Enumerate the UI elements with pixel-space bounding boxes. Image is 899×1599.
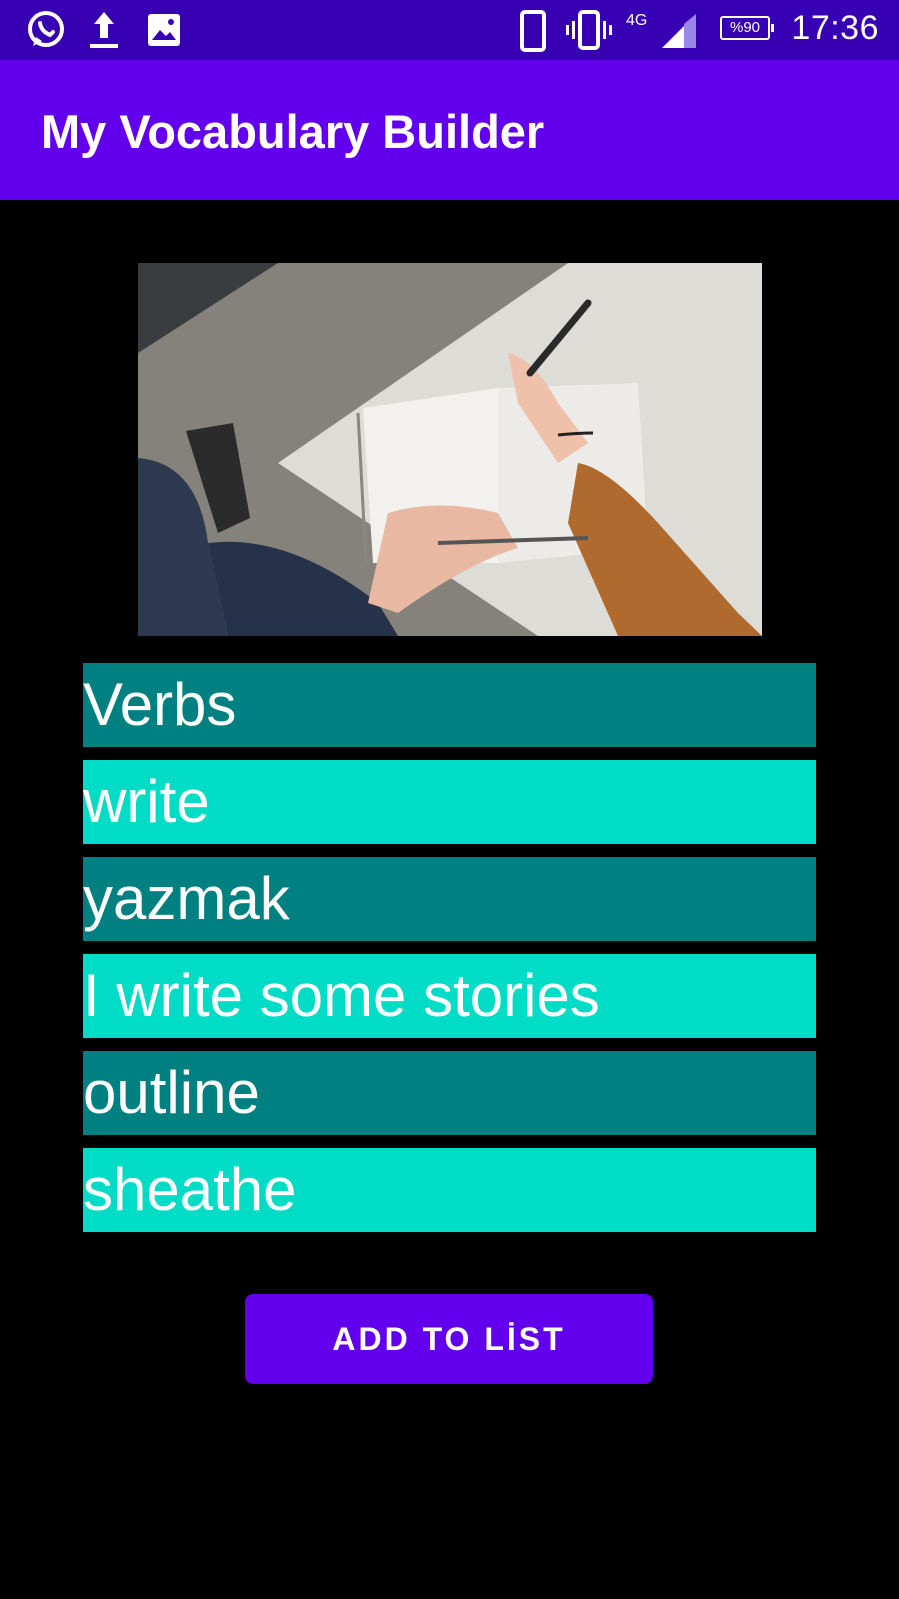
- writing-photo: [138, 263, 762, 636]
- image-icon: [148, 14, 180, 46]
- list-item-example[interactable]: I write some stories: [83, 954, 816, 1038]
- add-to-list-button[interactable]: ADD TO LİST: [245, 1294, 653, 1384]
- whatsapp-icon: [28, 11, 64, 47]
- list-item-translation[interactable]: yazmak: [83, 857, 816, 941]
- signal-icon: [662, 14, 696, 48]
- hero-image: [138, 263, 762, 636]
- app-title: My Vocabulary Builder: [41, 105, 545, 158]
- list-item-word[interactable]: write: [83, 760, 816, 844]
- upload-icon: [90, 12, 118, 48]
- phone-icon: [520, 10, 546, 52]
- vibrate-icon: [566, 10, 612, 50]
- clock: 17:36: [791, 9, 879, 47]
- list-item[interactable]: sheathe: [83, 1148, 816, 1232]
- battery-icon: %90: [720, 16, 774, 40]
- app-bar: My Vocabulary Builder: [0, 60, 899, 200]
- network-type: 4G: [626, 12, 648, 29]
- status-bar: 4G %90 17:36: [0, 0, 899, 60]
- list-item-category[interactable]: Verbs: [83, 663, 816, 747]
- list-item[interactable]: outline: [83, 1051, 816, 1135]
